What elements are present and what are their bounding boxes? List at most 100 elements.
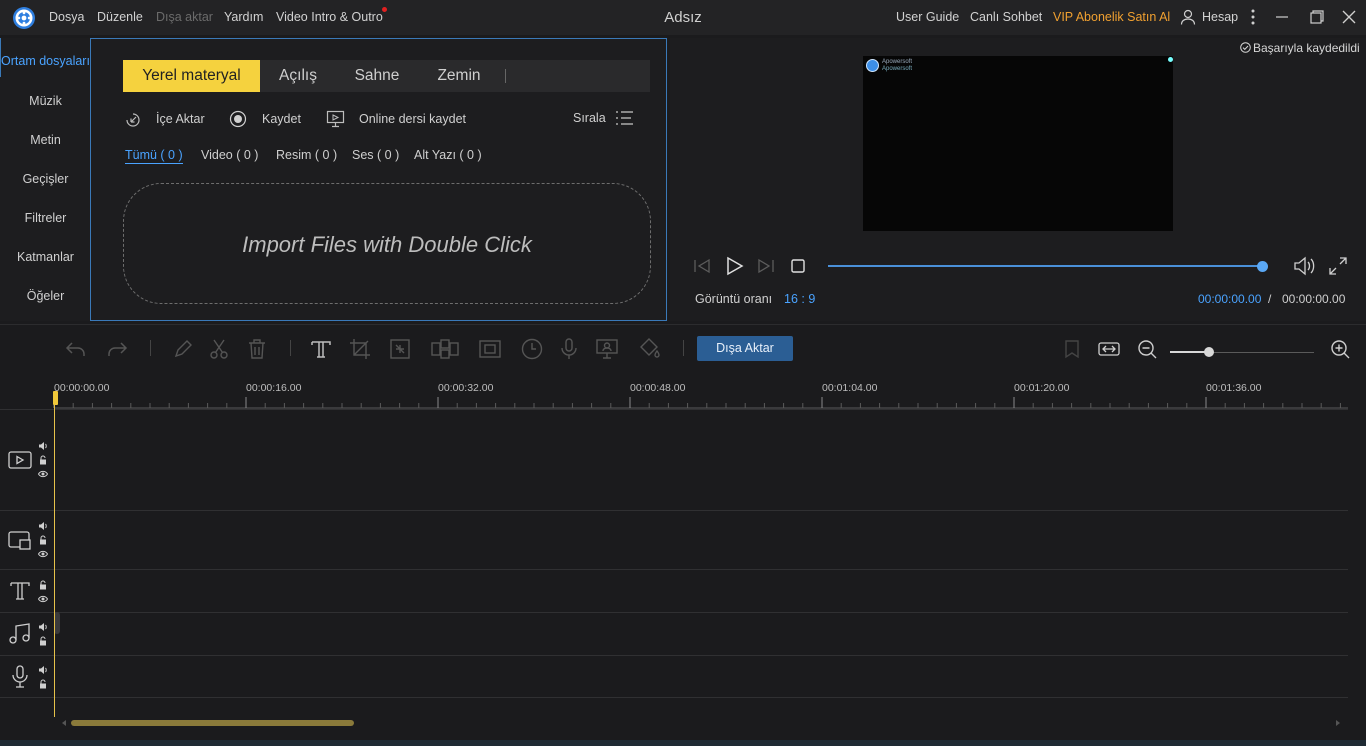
microphone-track-icon [7, 664, 33, 690]
delete-icon[interactable] [245, 337, 269, 361]
total-time: 00:00:00.00 [1282, 292, 1346, 306]
account-link[interactable]: Hesap [1202, 10, 1238, 24]
zoom-slider-handle[interactable] [1204, 347, 1214, 357]
more-options-icon[interactable] [1248, 8, 1258, 26]
fit-timeline-icon[interactable] [1097, 337, 1121, 361]
ruler-label: 00:00:16.00 [246, 382, 302, 394]
filter-subtitle[interactable]: Alt Yazı ( 0 ) [414, 148, 482, 162]
sidebar-item-overlays[interactable]: Katmanlar [0, 250, 91, 264]
scroll-left-arrow[interactable] [60, 719, 68, 727]
sort-button[interactable]: Sırala [573, 111, 606, 125]
sidebar-item-text[interactable]: Metin [0, 133, 91, 147]
presenter-icon[interactable] [595, 337, 619, 361]
import-dropzone[interactable]: Import Files with Double Click [123, 183, 651, 304]
playback-progress-bar[interactable] [828, 265, 1262, 267]
ruler-label: 00:00:00.00 [54, 382, 110, 394]
speaker-icon[interactable] [38, 441, 48, 451]
freeze-frame-icon[interactable] [478, 337, 502, 361]
scroll-right-arrow[interactable] [1334, 719, 1342, 727]
speaker-icon[interactable] [38, 521, 48, 531]
lock-icon[interactable] [38, 636, 48, 646]
sidebar-item-music[interactable]: Müzik [0, 94, 91, 108]
music-track[interactable] [0, 612, 1348, 655]
eye-icon[interactable] [38, 549, 48, 559]
lock-icon[interactable] [38, 535, 48, 545]
speaker-icon[interactable] [38, 665, 48, 675]
sidebar-item-elements[interactable]: Öğeler [0, 289, 91, 303]
toolbar-divider [683, 340, 684, 356]
lock-icon[interactable] [38, 455, 48, 465]
next-frame-icon[interactable] [756, 257, 776, 275]
ruler-label: 00:00:32.00 [438, 382, 494, 394]
import-icon[interactable] [124, 111, 142, 129]
stop-icon[interactable] [790, 258, 806, 274]
filter-image[interactable]: Resim ( 0 ) [276, 148, 337, 162]
fill-bucket-icon[interactable] [637, 337, 661, 361]
text-track[interactable] [0, 569, 1348, 612]
user-guide-link[interactable]: User Guide [896, 10, 959, 24]
aspect-ratio-selector[interactable]: 16 : 9 [784, 292, 815, 306]
online-lesson-record-button[interactable]: Online dersi kaydet [359, 112, 466, 126]
import-button[interactable]: İçe Aktar [156, 112, 205, 126]
menu-help[interactable]: Yardım [224, 10, 263, 24]
tab-local-material[interactable]: Yerel materyal [123, 60, 260, 92]
filter-all[interactable]: Tümü ( 0 ) [125, 148, 183, 164]
edit-pencil-icon[interactable] [171, 337, 195, 361]
undo-icon[interactable] [64, 337, 88, 361]
resize-icon[interactable] [388, 337, 412, 361]
redo-icon[interactable] [105, 337, 129, 361]
record-button[interactable]: Kaydet [262, 112, 301, 126]
speaker-icon[interactable] [38, 622, 48, 632]
timeline-scrollbar[interactable] [71, 720, 354, 726]
filter-audio[interactable]: Ses ( 0 ) [352, 148, 399, 162]
eye-icon[interactable] [38, 594, 48, 604]
sidebar-item-media-files[interactable]: Ortam dosyaları [0, 54, 91, 68]
minimize-button[interactable] [1270, 5, 1294, 29]
lock-icon[interactable] [38, 580, 48, 590]
user-icon[interactable] [1180, 9, 1196, 25]
sidebar-item-transitions[interactable]: Geçişler [0, 172, 91, 186]
playback-progress-handle[interactable] [1257, 261, 1268, 272]
live-chat-link[interactable]: Canlı Sohbet [970, 10, 1042, 24]
record-icon[interactable] [229, 110, 247, 128]
online-lesson-record-icon[interactable] [326, 110, 346, 128]
crop-icon[interactable] [348, 337, 372, 361]
volume-icon[interactable] [1293, 255, 1317, 277]
playhead-handle[interactable] [53, 391, 58, 405]
export-button[interactable]: Dışa Aktar [697, 336, 793, 361]
marker-icon[interactable] [1060, 337, 1084, 361]
previous-frame-icon[interactable] [692, 257, 712, 275]
tab-scene[interactable]: Sahne [336, 60, 418, 92]
zoom-out-icon[interactable] [1135, 337, 1159, 361]
menu-file[interactable]: Dosya [49, 10, 84, 24]
menu-export[interactable]: Dışa aktar [156, 10, 213, 24]
aspect-ratio-label: Görüntü oranı [695, 292, 773, 306]
vip-subscribe-link[interactable]: VIP Abonelik Satın Al [1053, 10, 1170, 24]
play-icon[interactable] [723, 255, 745, 277]
maximize-button[interactable] [1304, 5, 1328, 29]
tab-opening[interactable]: Açılış [260, 60, 336, 92]
menu-video-intro-outro[interactable]: Video Intro & Outro [276, 10, 383, 24]
panel-border-bottom [90, 320, 667, 321]
menu-edit[interactable]: Düzenle [97, 10, 143, 24]
duration-clock-icon[interactable] [520, 337, 544, 361]
toolbar-divider [290, 340, 291, 356]
preview-screen[interactable] [863, 56, 1173, 231]
cut-icon[interactable] [207, 337, 231, 361]
overlay-track[interactable] [0, 510, 1348, 569]
filter-video[interactable]: Video ( 0 ) [201, 148, 258, 162]
video-track[interactable] [0, 409, 1348, 510]
mosaic-icon[interactable] [430, 337, 460, 361]
text-tool-icon[interactable] [309, 337, 333, 361]
watermark-subtext: Apowersoft [882, 66, 913, 72]
voice-track[interactable] [0, 655, 1348, 698]
tab-background[interactable]: Zemin [418, 60, 500, 92]
sidebar-item-filters[interactable]: Filtreler [0, 211, 91, 225]
zoom-in-icon[interactable] [1328, 337, 1352, 361]
voiceover-mic-icon[interactable] [557, 337, 581, 361]
sort-list-icon[interactable] [614, 110, 634, 126]
fullscreen-icon[interactable] [1328, 256, 1348, 276]
lock-icon[interactable] [38, 679, 48, 689]
close-button[interactable] [1337, 5, 1361, 29]
eye-icon[interactable] [38, 469, 48, 479]
